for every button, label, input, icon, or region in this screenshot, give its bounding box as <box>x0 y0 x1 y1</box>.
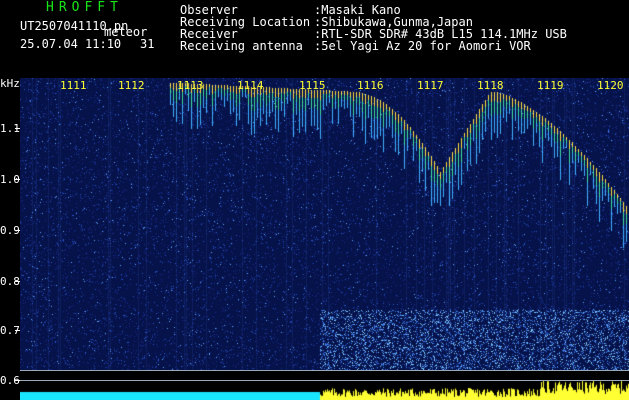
signal-level-strip <box>20 381 629 400</box>
app-title: HROFFT <box>46 0 123 15</box>
time-label: 1113 <box>177 79 204 92</box>
signal-level-bars <box>20 381 629 400</box>
time-label: 1120 <box>597 79 624 92</box>
time-axis: 1111 1112 1113 1114 1115 1116 1117 1118 … <box>20 80 629 92</box>
meteor-count: 31 <box>140 37 155 51</box>
time-label: 1119 <box>537 79 564 92</box>
waterfall-canvas <box>20 78 629 370</box>
time-label: 1114 <box>237 79 264 92</box>
antenna-value: :5el Yagi Az 20 for Aomori VOR <box>314 39 531 53</box>
time-label: 1118 <box>477 79 504 92</box>
time-label: 1116 <box>357 79 384 92</box>
time-label: 1111 <box>60 79 87 92</box>
spectrogram <box>20 78 629 370</box>
frequency-axis: kHz 1.1 1.0 0.9 0.8 0.7 0.6 <box>0 77 20 386</box>
time-label: 1115 <box>299 79 326 92</box>
header-panel: HROFFT UT2507041110.pn meteor 25.07.04 1… <box>0 0 629 78</box>
time-label: 1112 <box>118 79 145 92</box>
time-label: 1117 <box>417 79 444 92</box>
frequency-unit: kHz <box>0 77 20 90</box>
divider-line <box>20 370 629 371</box>
antenna-label: Receiving antenna <box>180 39 303 53</box>
date-time: 25.07.04 11:10 <box>20 37 122 51</box>
